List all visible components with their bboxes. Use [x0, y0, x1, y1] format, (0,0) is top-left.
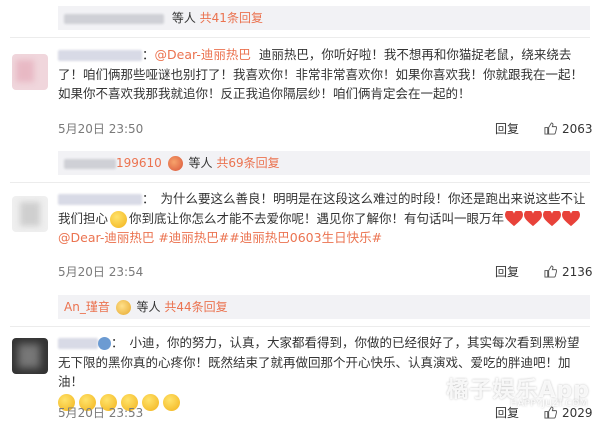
emoji-face-icon [167, 156, 183, 171]
reply-summary-bar[interactable]: 等人 共41条回复 [58, 6, 590, 30]
thumbs-up-icon[interactable] [544, 122, 557, 135]
comment-meta: 5月20日 23:54 回复 2136 [58, 263, 593, 281]
heart-icon [543, 211, 561, 227]
reply-user-name[interactable]: 199610 [116, 156, 162, 170]
avatar[interactable] [12, 54, 48, 90]
reply-button[interactable]: 回复 [495, 263, 519, 281]
divider [10, 37, 590, 38]
thumbs-up-icon[interactable] [544, 265, 557, 278]
heart-icon [524, 211, 542, 227]
like-count: 2136 [562, 265, 593, 279]
reply-summary-suffix: 等人 [136, 300, 161, 314]
timestamp: 5月20日 23:54 [58, 265, 144, 279]
mention-link[interactable]: @Dear-迪丽热巴 [58, 230, 154, 245]
heart-icon [505, 211, 523, 227]
comment-text: ：为什么要这么善良！明明是在这段这么难过的时段！你还是跑出来说这些不让我们担心你… [58, 191, 586, 245]
blurred-username [64, 13, 164, 24]
blurred-username[interactable] [58, 338, 98, 349]
like-count: 2063 [562, 122, 593, 136]
reply-count-link[interactable]: 共44条回复 [164, 300, 227, 314]
blurred-username [64, 158, 116, 169]
watermark-url: HAPPYJUZI.COM [510, 399, 588, 409]
emoji-face-icon [115, 300, 131, 315]
avatar[interactable] [12, 196, 48, 232]
reply-user-name[interactable]: An_瑾音 [64, 300, 110, 314]
reply-summary-bar[interactable]: An_瑾音 等人 共44条回复 [58, 295, 590, 319]
blurred-username[interactable] [58, 50, 142, 61]
heart-icon [562, 211, 580, 227]
comment-meta: 5月20日 23:50 回复 2063 [58, 120, 593, 138]
hashtag-link[interactable]: #迪丽热巴0603生日快乐# [229, 230, 382, 245]
reply-summary-suffix: 等人 [171, 11, 196, 25]
timestamp: 5月20日 23:53 [58, 406, 144, 420]
mention-link[interactable]: @Dear-迪丽热巴 [155, 47, 251, 62]
blurred-username[interactable] [58, 194, 142, 205]
comment-text: ：@Dear-迪丽热巴 迪丽热巴，你听好啦！我不想再和你猫捉老鼠，绕来绕去了！咱们… [58, 47, 584, 101]
timestamp: 5月20日 23:50 [58, 122, 144, 136]
reply-summary-suffix: 等人 [188, 156, 213, 170]
reply-summary-bar[interactable]: 199610 等人 共69条回复 [58, 151, 590, 175]
reply-count-link[interactable]: 共41条回复 [200, 11, 263, 25]
hashtag-link[interactable]: #迪丽热巴# [158, 230, 229, 245]
emoji-face-icon [110, 210, 128, 228]
reply-button[interactable]: 回复 [495, 120, 519, 138]
reply-count-link[interactable]: 共69条回复 [216, 156, 279, 170]
avatar[interactable] [12, 338, 48, 374]
divider [10, 182, 590, 183]
divider [10, 326, 590, 327]
emoji-face-icon [98, 337, 111, 350]
